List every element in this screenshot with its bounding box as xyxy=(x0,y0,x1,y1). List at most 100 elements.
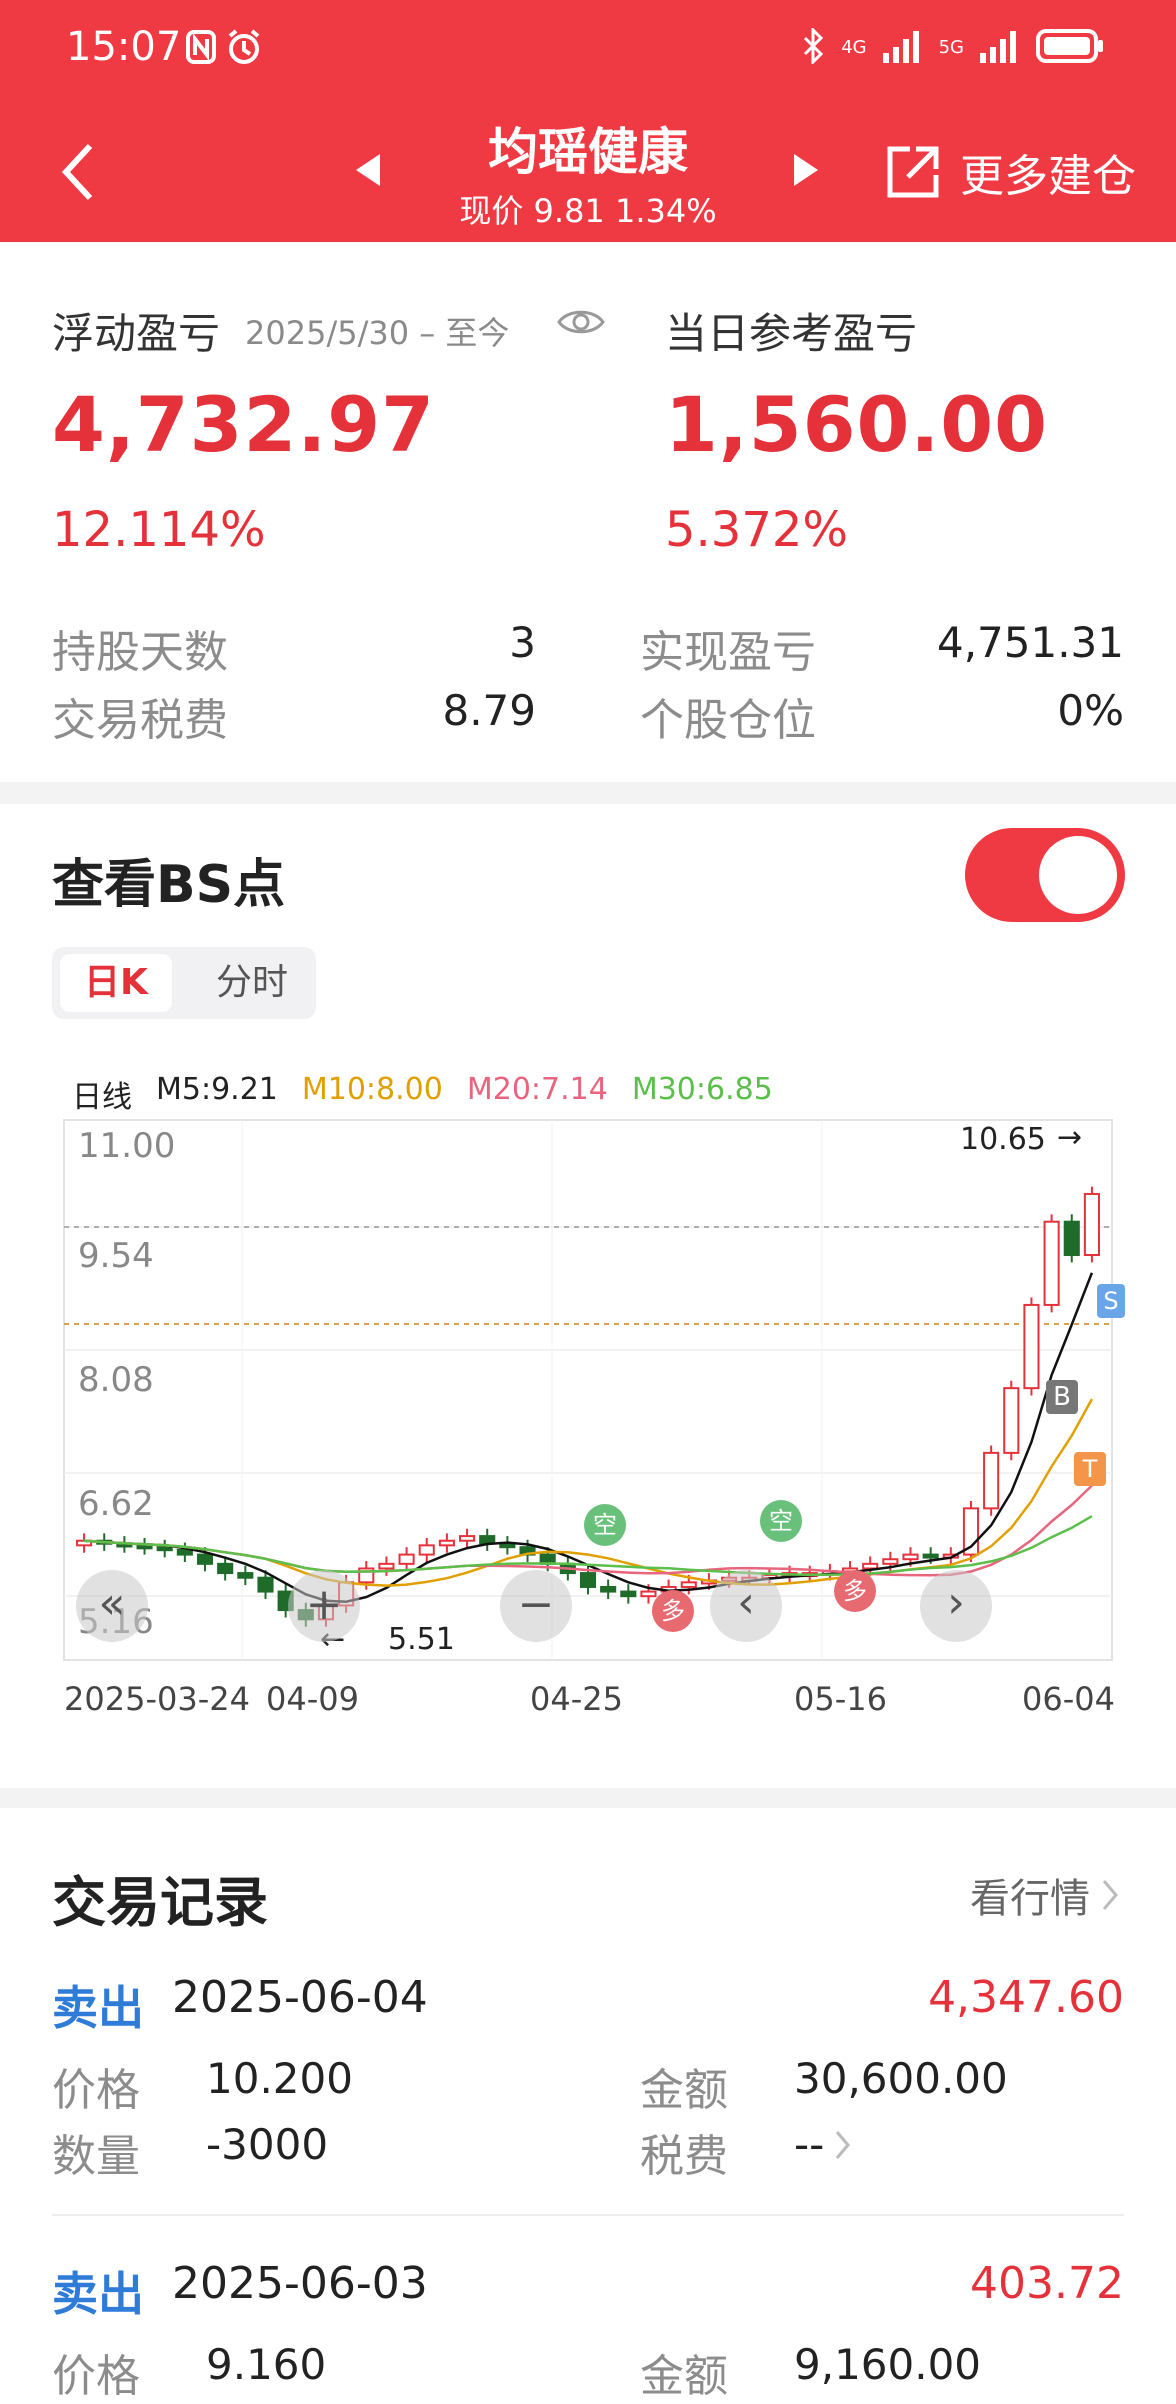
battery-icon xyxy=(1036,28,1106,68)
chevron-right-icon xyxy=(836,2130,851,2159)
candle-body xyxy=(438,1539,455,1547)
status-time: 15:07 xyxy=(66,24,182,70)
candle-body xyxy=(600,1585,617,1593)
qty-label: 数量 xyxy=(52,2131,140,2182)
scroll-left-button[interactable]: ‹ xyxy=(710,1570,782,1642)
qty-value: -3000 xyxy=(206,2120,329,2169)
bluetooth-icon xyxy=(801,26,825,68)
candle-body xyxy=(378,1562,395,1570)
tab-intraday[interactable]: 分时 xyxy=(202,954,302,1012)
total-value: 30,600.00 xyxy=(794,2054,1008,2103)
more-build-label: 更多建仓 xyxy=(960,151,1136,202)
view-quote-label: 看行情 xyxy=(970,1876,1090,1922)
candle-body xyxy=(922,1553,939,1559)
chart-tabs: 日K 分时 xyxy=(52,947,316,1019)
candle-body xyxy=(479,1535,496,1545)
bs-title: 查看BS点 xyxy=(52,855,286,915)
candle-body xyxy=(459,1535,476,1542)
candle-body xyxy=(1063,1220,1080,1256)
price-value: 9.160 xyxy=(206,2340,327,2389)
realized-pnl-value: 4,751.31 xyxy=(936,618,1124,667)
fee-value: -- xyxy=(794,2120,825,2169)
signal-bars-icon xyxy=(882,29,923,67)
fee-link[interactable]: -- xyxy=(794,2120,852,2169)
record-profit: 403.72 xyxy=(970,2258,1124,2309)
candle-body xyxy=(862,1562,879,1570)
tab-day-k[interactable]: 日K xyxy=(60,954,172,1012)
high-price-label: 10.65 xyxy=(960,1122,1046,1157)
records-title: 交易记录 xyxy=(52,1871,268,1934)
kline-chart[interactable]: 日线 M5:9.21 M10:8.00 M20:7.14 M30:6.85 11… xyxy=(52,1060,1125,1760)
candle-body xyxy=(237,1572,254,1579)
status-icons: 4G 5G xyxy=(801,26,1106,68)
view-quote-link[interactable]: 看行情 xyxy=(970,1866,1120,1924)
x-tick: 04-25 xyxy=(530,1680,623,1718)
bs-toggle[interactable] xyxy=(965,828,1125,922)
candle-body xyxy=(196,1553,214,1565)
zoom-out-button[interactable]: − xyxy=(500,1570,572,1642)
position-value: 0% xyxy=(1057,686,1124,735)
candle-body xyxy=(136,1544,153,1550)
candle-body xyxy=(640,1590,657,1598)
y-tick: 11.00 xyxy=(78,1126,176,1166)
candle-body xyxy=(983,1451,1000,1510)
alarm-icon xyxy=(226,28,262,70)
record-date: 2025-06-03 xyxy=(172,2258,428,2309)
signal-5g-label: 5G xyxy=(938,37,964,58)
position-label: 个股仓位 xyxy=(640,695,816,746)
row-divider xyxy=(52,2214,1124,2216)
record-type: 卖出 xyxy=(52,1981,144,2035)
price-label: 价格 xyxy=(52,2065,140,2116)
signal-4g-label: 4G xyxy=(841,37,867,58)
zoom-in-button[interactable]: + xyxy=(288,1570,360,1642)
t-marker[interactable]: T xyxy=(1074,1452,1106,1486)
record-type: 卖出 xyxy=(52,2267,144,2321)
floating-pnl-period: 2025/5/30 – 至今 xyxy=(245,314,510,352)
section-divider xyxy=(0,1788,1176,1808)
candle-body xyxy=(902,1553,919,1561)
x-tick: 06-04 xyxy=(1022,1680,1115,1718)
x-tick: 05-16 xyxy=(794,1680,887,1718)
eye-icon[interactable] xyxy=(556,302,606,346)
signal-long[interactable]: 多 xyxy=(652,1590,694,1632)
scroll-right-button[interactable]: › xyxy=(920,1570,992,1642)
share-out-icon xyxy=(887,146,939,198)
candle-body xyxy=(217,1562,234,1575)
candle-body xyxy=(579,1572,597,1588)
sell-marker[interactable]: S xyxy=(1097,1284,1125,1318)
price-label: 价格 xyxy=(52,2351,140,2402)
candle-body xyxy=(680,1581,697,1588)
candle-body xyxy=(1003,1387,1020,1454)
signal-short[interactable]: 空 xyxy=(760,1500,802,1542)
daily-pnl-pct: 5.372% xyxy=(665,502,849,558)
signal-short[interactable]: 空 xyxy=(584,1504,626,1546)
record-date: 2025-06-04 xyxy=(172,1972,428,2023)
candle-body xyxy=(176,1548,193,1556)
candle-body xyxy=(620,1590,637,1598)
section-divider xyxy=(0,782,1176,804)
ma-line xyxy=(84,1398,1093,1587)
tax-value: 8.79 xyxy=(442,686,536,735)
candle-body xyxy=(257,1576,274,1593)
floating-pnl-value: 4,732.97 xyxy=(52,380,436,469)
x-tick: 04-09 xyxy=(266,1680,359,1718)
y-tick: 8.08 xyxy=(78,1360,154,1400)
chart-canvas xyxy=(63,1119,1113,1661)
scroll-start-button[interactable]: « xyxy=(76,1570,148,1642)
candle-body xyxy=(398,1553,415,1565)
next-stock-icon[interactable] xyxy=(792,152,820,192)
more-build-button[interactable]: 更多建仓 xyxy=(884,140,1136,204)
candle-body xyxy=(1083,1192,1100,1256)
signal-long[interactable]: 多 xyxy=(834,1570,876,1612)
signal-bars-icon xyxy=(980,29,1020,67)
total-label: 金额 xyxy=(640,2065,728,2116)
candle-body xyxy=(1023,1303,1040,1390)
daily-pnl-label: 当日参考盈亏 xyxy=(665,309,918,358)
low-price-label: 5.51 xyxy=(388,1622,455,1657)
fee-label: 税费 xyxy=(640,2131,728,2182)
realized-pnl-label: 实现盈亏 xyxy=(640,627,816,678)
price-value: 10.200 xyxy=(206,2054,353,2103)
y-tick: 9.54 xyxy=(78,1236,154,1276)
buy-marker[interactable]: B xyxy=(1046,1380,1078,1414)
floating-pnl-pct: 12.114% xyxy=(52,502,266,558)
